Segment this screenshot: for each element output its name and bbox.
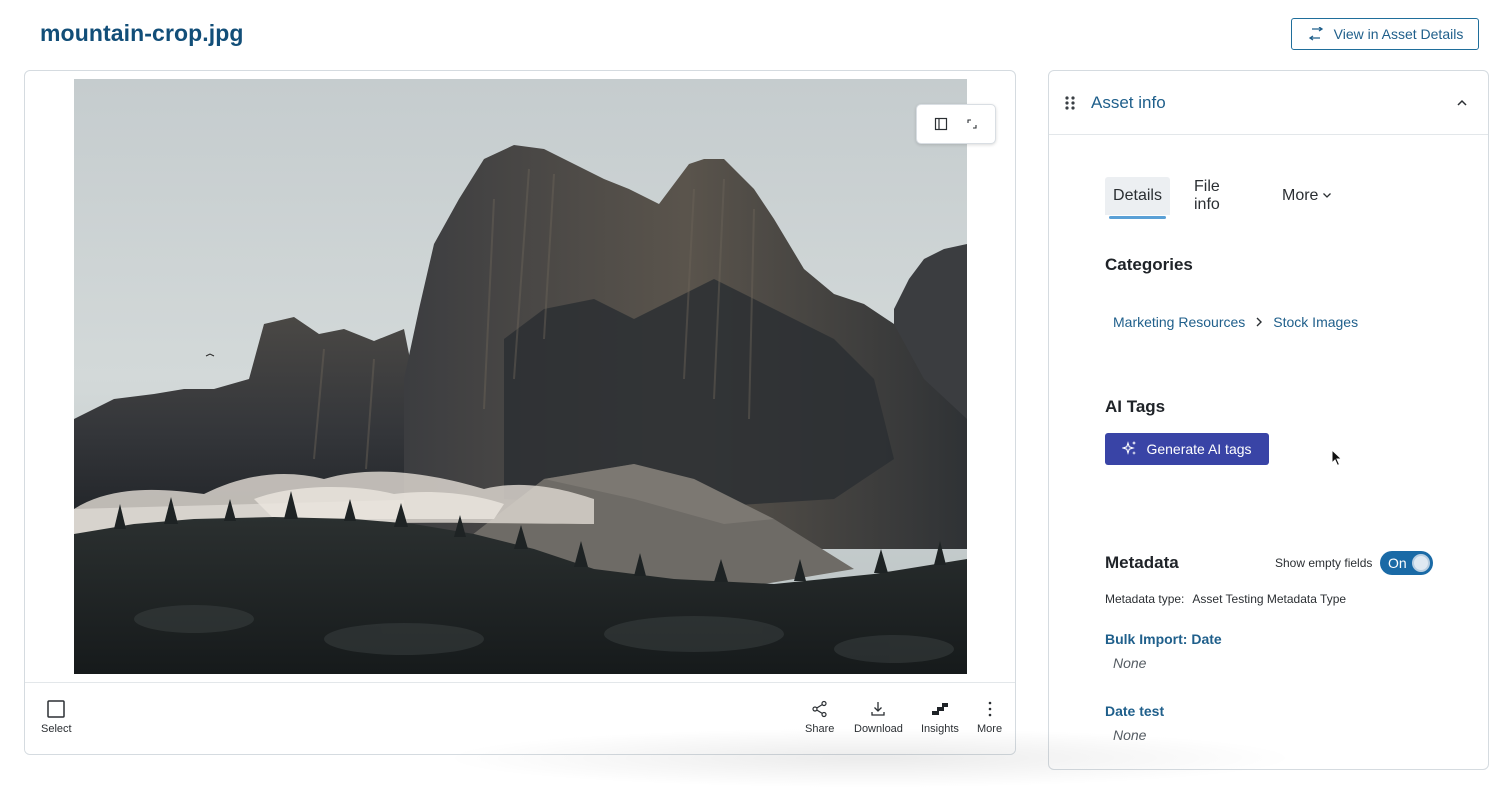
asset-image: [74, 79, 967, 674]
share-icon: [811, 699, 829, 719]
download-button[interactable]: Download: [854, 699, 903, 735]
view-in-asset-details-button[interactable]: View in Asset Details: [1291, 18, 1479, 50]
field-value-date-test: None: [1113, 727, 1147, 743]
more-vertical-icon: [987, 699, 993, 719]
chevron-up-icon[interactable]: [1454, 95, 1470, 111]
metadata-type: Metadata type: Asset Testing Metadata Typ…: [1105, 592, 1346, 606]
category-marketing-resources[interactable]: Marketing Resources: [1113, 314, 1245, 330]
asset-info-panel: Asset info Details File info More Catego…: [1048, 70, 1489, 770]
more-button[interactable]: More: [977, 699, 1002, 735]
share-label: Share: [805, 723, 835, 735]
field-value-bulk-import-date: None: [1113, 655, 1147, 671]
share-button[interactable]: Share: [805, 699, 834, 735]
fit-screen-icon[interactable]: [961, 113, 983, 135]
tab-more[interactable]: More: [1282, 177, 1332, 215]
sparkle-icon: [1121, 440, 1138, 459]
preview-card: Select Share Download Insights More: [24, 70, 1016, 755]
view-controls: [916, 104, 996, 144]
tab-file-info[interactable]: File info: [1194, 177, 1220, 215]
generate-ai-tags-button[interactable]: Generate AI tags: [1105, 433, 1269, 465]
categories-heading: Categories: [1105, 255, 1193, 274]
select-checkbox[interactable]: Select: [41, 699, 72, 735]
swap-arrows-icon: [1307, 27, 1325, 41]
checkbox-icon: [47, 699, 66, 719]
field-label-date-test: Date test: [1105, 703, 1165, 719]
metadata-type-label: Metadata type:: [1105, 592, 1185, 606]
field-label-bulk-import-date: Bulk Import: Date: [1105, 631, 1222, 647]
insights-button[interactable]: Insights: [921, 699, 959, 735]
select-label: Select: [41, 723, 72, 735]
toggle-state-label: On: [1388, 555, 1407, 571]
chevron-down-icon: [1322, 187, 1332, 205]
toggle-knob: [1412, 554, 1430, 572]
metadata-heading: Metadata: [1105, 553, 1179, 572]
mouse-pointer-icon: [1331, 448, 1343, 472]
show-empty-fields-toggle[interactable]: On: [1380, 551, 1433, 575]
page-title: mountain-crop.jpg: [40, 20, 244, 46]
more-label: More: [977, 723, 1003, 735]
insights-icon: [930, 699, 950, 719]
download-icon: [869, 699, 887, 719]
drag-handle-icon[interactable]: [1063, 95, 1077, 111]
ai-tags-heading: AI Tags: [1105, 397, 1166, 416]
panel-title: Asset info: [1091, 93, 1166, 112]
category-stock-images[interactable]: Stock Images: [1273, 314, 1358, 330]
category-breadcrumb: Marketing Resources Stock Images: [1113, 314, 1358, 330]
download-label: Download: [854, 723, 903, 735]
view-in-asset-details-label: View in Asset Details: [1333, 26, 1464, 42]
generate-ai-tags-label: Generate AI tags: [1146, 441, 1252, 457]
panel-icon[interactable]: [930, 113, 952, 135]
chevron-right-icon: [1255, 314, 1263, 330]
panel-header: Asset info: [1049, 71, 1488, 135]
tab-details[interactable]: Details: [1105, 177, 1170, 219]
metadata-type-value: Asset Testing Metadata Type: [1192, 592, 1347, 606]
insights-label: Insights: [921, 723, 959, 735]
show-empty-fields-label: Show empty fields: [1275, 556, 1373, 570]
asset-toolbar: Select Share Download Insights More: [25, 682, 1015, 754]
